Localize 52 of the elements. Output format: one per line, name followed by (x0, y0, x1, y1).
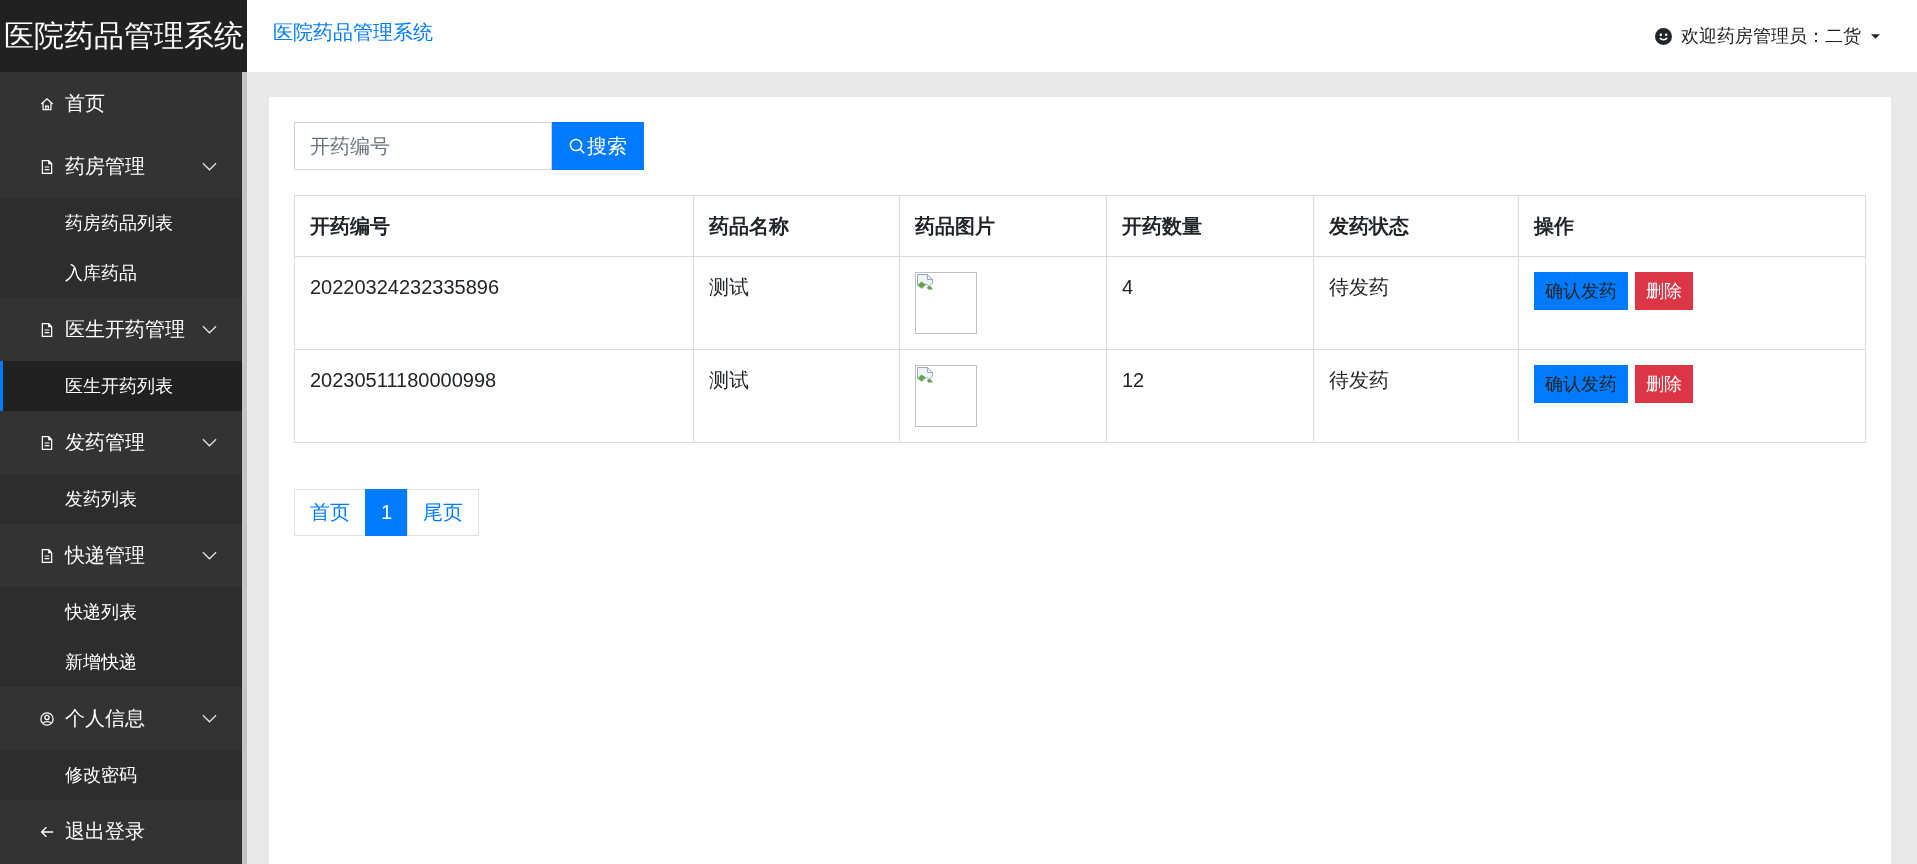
sidebar-item[interactable]: 首页 (0, 72, 242, 135)
delete-button[interactable]: 删除 (1635, 272, 1693, 311)
search-button[interactable]: 搜索 (552, 122, 644, 170)
broken-image-icon (917, 274, 933, 290)
table-cell: 4 (1106, 256, 1314, 350)
user-menu-dropdown[interactable]: 欢迎药房管理员：二货 (1655, 21, 1880, 51)
document-icon (40, 159, 54, 174)
table-cell: 20220324232335896 (294, 256, 694, 350)
sidebar-item[interactable]: 发药管理 (0, 411, 242, 474)
sidebar-item[interactable]: 个人信息 (0, 687, 242, 750)
column-header: 操作 (1518, 195, 1866, 257)
arrow-left-icon (40, 824, 54, 839)
sidebar-subitem[interactable]: 新增快递 (0, 637, 242, 687)
sidebar-subitem[interactable]: 入库药品 (0, 248, 242, 298)
page-link[interactable]: 首页 (294, 489, 366, 536)
sidebar-item[interactable]: 退出登录 (0, 800, 242, 863)
column-header: 发药状态 (1313, 195, 1519, 257)
sidebar-item[interactable]: 药房管理 (0, 135, 242, 198)
smiley-icon (1655, 27, 1672, 45)
sidebar-subitem[interactable]: 发药列表 (0, 474, 242, 524)
page-link[interactable]: 尾页 (407, 489, 480, 536)
column-header: 药品名称 (693, 195, 900, 257)
table-cell: 20230511180000998 (294, 349, 694, 443)
home-icon (40, 96, 54, 111)
document-icon (40, 548, 54, 563)
sidebar-subitem[interactable]: 医生开药列表 (0, 361, 242, 411)
page-link[interactable]: 1 (365, 489, 409, 536)
table-cell: 12 (1106, 349, 1314, 443)
sidebar-subitem[interactable]: 快递列表 (0, 587, 242, 637)
confirm-dispense-button[interactable]: 确认发药 (1534, 365, 1628, 404)
sidebar-subitem[interactable]: 药房药品列表 (0, 198, 242, 248)
sidebar-item[interactable]: 快递管理 (0, 524, 242, 587)
header-title-link[interactable]: 医院药品管理系统 (273, 17, 433, 47)
table-cell: 测试 (693, 256, 900, 350)
column-header: 药品图片 (899, 195, 1107, 257)
document-icon (40, 435, 54, 450)
document-icon (40, 322, 54, 337)
column-header: 开药数量 (1106, 195, 1314, 257)
sidebar-item[interactable]: 医生开药管理 (0, 298, 242, 361)
delete-button[interactable]: 删除 (1635, 365, 1693, 404)
column-header: 开药编号 (294, 195, 694, 257)
search-field[interactable]: 开药编号 (294, 122, 552, 170)
table-cell: 测试 (693, 349, 900, 443)
caret-icon (1871, 33, 1880, 39)
sidebar-subitem[interactable]: 修改密码 (0, 750, 242, 800)
logo-title: 医院药品管理系统 (0, 0, 247, 72)
broken-image-icon (917, 367, 933, 383)
user-circle-icon (40, 711, 54, 726)
table-cell: 待发药 (1313, 349, 1519, 443)
confirm-dispense-button[interactable]: 确认发药 (1534, 272, 1628, 311)
table-cell: 待发药 (1313, 256, 1519, 350)
search-icon (569, 138, 585, 154)
